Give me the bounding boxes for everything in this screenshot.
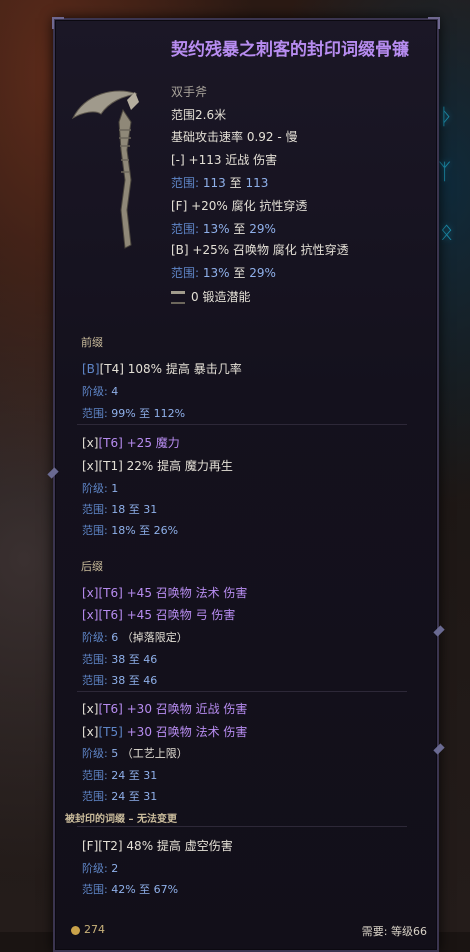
suffix-affix-2-line-2: [x][T5] +30 召唤物 法术 伤害 bbox=[82, 725, 248, 739]
suffix-affix-2-line-1: [x][T6] +30 召唤物 近战 伤害 bbox=[82, 702, 248, 716]
prefix-affix-2-level: 阶级: 1 bbox=[82, 482, 119, 495]
sealed-affix-range: 范围: 42% 至 67% bbox=[82, 883, 179, 896]
suffix-affix-2-range-1: 范围: 24 至 31 bbox=[82, 769, 158, 782]
coin-icon bbox=[71, 925, 80, 935]
suffix-affix-1-range-1: 范围: 38 至 46 bbox=[82, 653, 158, 666]
frame-corner bbox=[428, 17, 440, 29]
prefix-affix-2-line-1: [x][T6] +25 魔力 bbox=[82, 436, 180, 450]
rune-glyph-icon: ᚦ bbox=[440, 105, 454, 130]
suffix-affix-1-line-2: [x][T6] +45 召唤物 弓 伤害 bbox=[82, 608, 236, 622]
implicit-1-range: 范围: 113 至 113 bbox=[171, 176, 269, 190]
suffix-affix-1-range-2: 范围: 38 至 46 bbox=[82, 674, 158, 687]
implicit-2: [F] +20% 腐化 抗性穿透 bbox=[171, 199, 308, 213]
prefix-affix-1-range: 范围: 99% 至 112% bbox=[82, 407, 186, 420]
item-price: 274 bbox=[71, 923, 105, 936]
implicit-3-range: 范围: 13% 至 29% bbox=[171, 266, 276, 280]
item-attack-speed: 基础攻击速率 0.92 - 慢 bbox=[171, 130, 298, 144]
sealed-affix-header: 被封印的词缀 – 无法变更 bbox=[65, 814, 177, 825]
rune-glyph-icon: ᛟ bbox=[440, 220, 454, 245]
sealed-affix-level: 阶级: 2 bbox=[82, 862, 119, 875]
suffix-header: 后缀 bbox=[81, 560, 103, 573]
item-name: 契约残暴之刺客的封印词缀骨镰 bbox=[171, 40, 409, 60]
prefix-header: 前缀 bbox=[81, 336, 103, 349]
suffix-affix-2-level: 阶级: 5 （工艺上限） bbox=[82, 747, 188, 760]
prefix-affix-1-level: 阶级: 4 bbox=[82, 385, 119, 398]
affix-divider bbox=[77, 424, 407, 425]
suffix-affix-2-range-2: 范围: 24 至 31 bbox=[82, 790, 158, 803]
item-type: 双手斧 bbox=[171, 85, 208, 99]
suffix-affix-1-level: 阶级: 6 （掉落限定） bbox=[82, 631, 188, 644]
implicit-3: [B] +25% 召唤物 腐化 抗性穿透 bbox=[171, 243, 349, 257]
level-requirement: 需要: 等级66 bbox=[361, 925, 427, 938]
implicit-2-range: 范围: 13% 至 29% bbox=[171, 222, 276, 236]
affix-divider bbox=[77, 826, 407, 827]
forge-potential: 0 锻造潜能 bbox=[171, 288, 250, 305]
sealed-affix: [F][T2] 48% 提高 虚空伤害 bbox=[82, 839, 233, 853]
suffix-affix-1-line-1: [x][T6] +45 召唤物 法术 伤害 bbox=[82, 586, 248, 600]
forge-icon bbox=[171, 291, 185, 304]
rune-glyph-icon: ᛉ bbox=[438, 160, 452, 185]
prefix-affix-2-line-2: [x][T1] 22% 提高 魔力再生 bbox=[82, 459, 233, 473]
item-range: 范围2.6米 bbox=[171, 108, 227, 122]
implicit-1: [-] +113 近战 伤害 bbox=[171, 153, 278, 167]
affix-divider bbox=[77, 691, 407, 692]
prefix-affix-2-range-1: 范围: 18 至 31 bbox=[82, 503, 158, 516]
prefix-affix-1: [B][T4] 108% 提高 暴击几率 bbox=[82, 362, 242, 376]
prefix-affix-2-range-2: 范围: 18% 至 26% bbox=[82, 524, 179, 537]
scythe-icon bbox=[71, 90, 139, 249]
item-tooltip: 契约残暴之刺客的封印词缀骨镰 双手斧 范围2.6米 基础攻击速率 0.92 - … bbox=[47, 17, 445, 952]
frame-corner bbox=[52, 17, 64, 29]
